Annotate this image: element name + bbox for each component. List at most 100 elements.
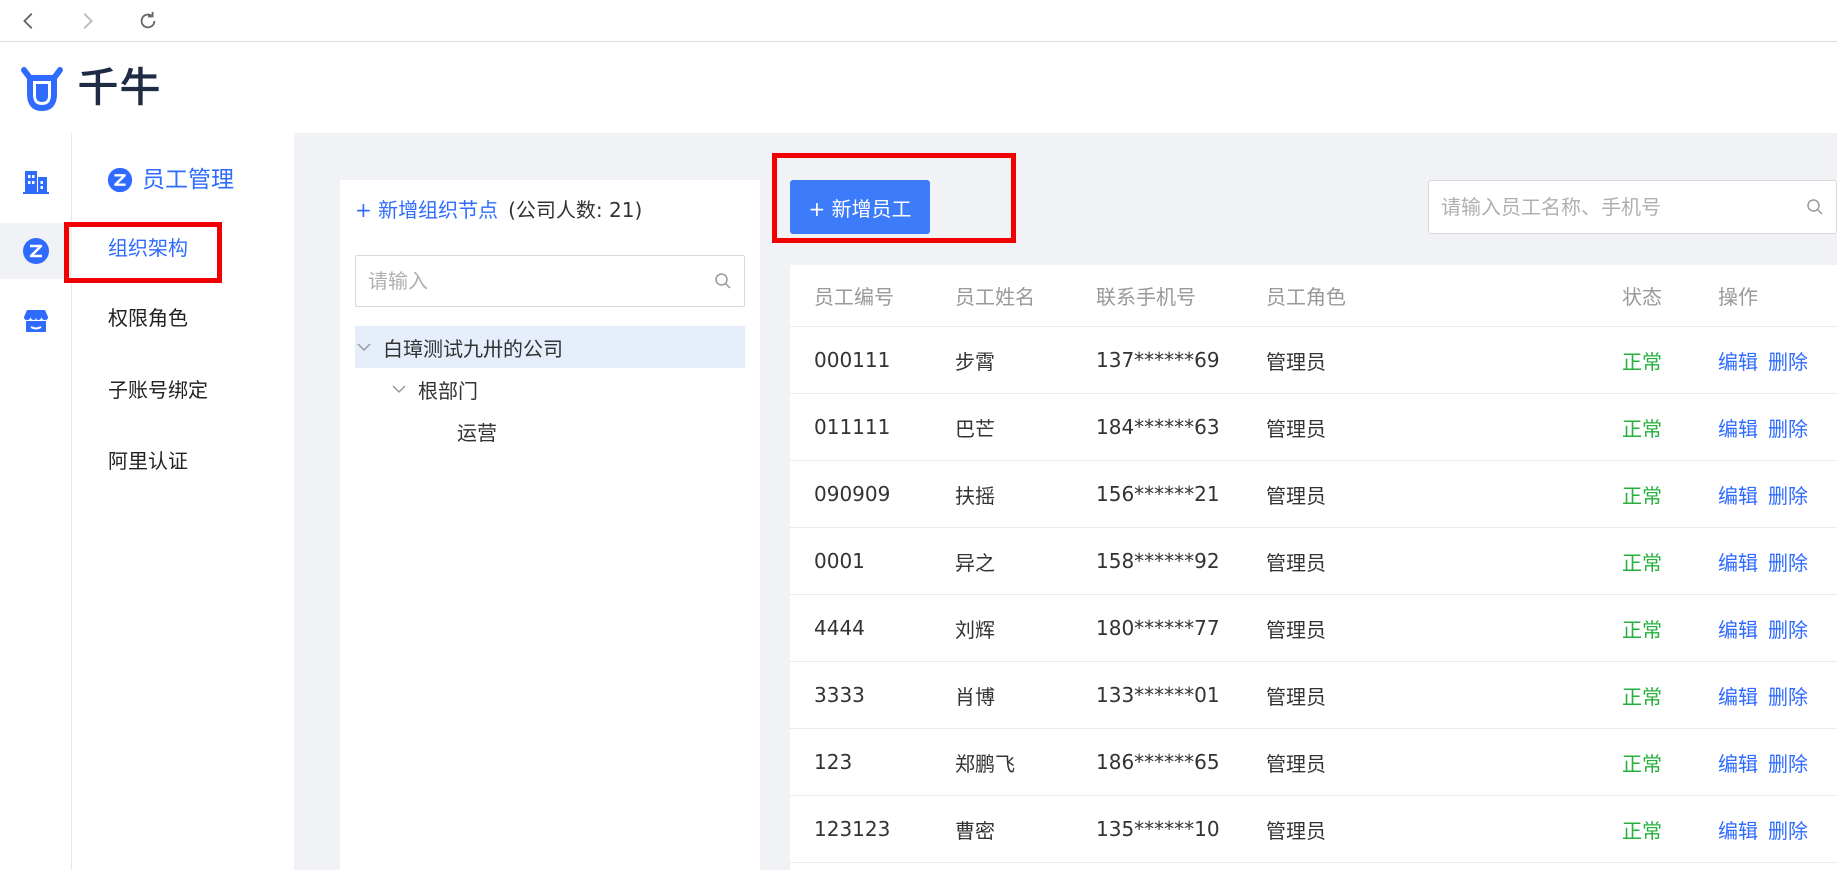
cell-role: 管理员 [1266,684,1326,709]
cell-phone: 180******77 [1096,616,1220,640]
tree-node-operations[interactable]: 运营 [457,410,497,452]
app-header: 千牛 [0,42,1837,133]
cell-employee-id: 090909 [814,482,891,506]
search-icon[interactable] [714,272,732,290]
column-header-actions: 操作 [1718,285,1758,309]
column-header-status: 状态 [1622,285,1662,309]
edit-link[interactable]: 编辑 [1718,815,1758,844]
table-row: 3333 肖博 133******01 管理员 正常 编辑 删除 [790,662,1837,729]
column-header-role: 员工角色 [1266,285,1346,309]
cell-status: 正常 [1622,617,1662,642]
edit-link[interactable]: 编辑 [1718,547,1758,576]
tree-node-company[interactable]: 白璋测试九卅的公司 [355,326,745,368]
edit-link[interactable]: 编辑 [1718,480,1758,509]
table-header-row: 员工编号 员工姓名 联系手机号 员工角色 状态 操作 [790,265,1837,327]
add-org-node-button[interactable]: + 新增组织节点 [355,195,498,225]
cell-actions: 编辑 删除 [1718,662,1808,728]
cell-actions: 编辑 删除 [1718,729,1808,795]
logo-text: 千牛 [78,65,162,111]
cell-employee-id: 000111 [814,348,891,372]
employee-table: 员工编号 员工姓名 联系手机号 员工角色 状态 操作 000111 步霄 137**… [790,265,1837,870]
highlight-box [64,222,222,283]
cell-employee-id: 0001 [814,549,865,573]
employee-search-input[interactable] [1441,195,1806,219]
cell-phone: 137******69 [1096,348,1220,372]
column-header-id: 员工编号 [814,285,894,309]
column-header-phone: 联系手机号 [1096,285,1196,309]
column-header-name: 员工姓名 [955,285,1035,309]
table-row: 0001 异之 158******92 管理员 正常 编辑 删除 [790,528,1837,595]
rail-item-store[interactable] [0,293,72,349]
delete-link[interactable]: 删除 [1768,413,1808,442]
cell-phone: 133******01 [1096,683,1220,707]
cell-employee-name: 异之 [955,550,995,575]
chevron-down-icon[interactable] [390,380,408,398]
cell-role: 管理员 [1266,349,1326,374]
edit-link[interactable]: 编辑 [1718,748,1758,777]
edit-link[interactable]: 编辑 [1718,614,1758,643]
chevron-left-icon [23,13,33,29]
cell-employee-id: 4444 [814,616,865,640]
table-row: 011111 巴芒 184******63 管理员 正常 编辑 删除 [790,394,1837,461]
cell-actions: 编辑 删除 [1718,528,1808,594]
cell-role: 管理员 [1266,818,1326,843]
chevron-down-icon[interactable] [355,338,373,356]
cell-employee-name: 扶摇 [955,483,995,508]
cell-role: 管理员 [1266,550,1326,575]
tree-node-root-dept[interactable]: 根部门 [390,368,478,410]
search-icon[interactable] [1806,198,1824,216]
chevron-right-icon [83,13,93,29]
delete-link[interactable]: 删除 [1768,681,1808,710]
cell-actions: 编辑 删除 [1718,595,1808,661]
table-row: 4444 刘辉 180******77 管理员 正常 编辑 删除 [790,595,1837,662]
cell-employee-name: 步霄 [955,349,995,374]
table-row: 123123 曹密 135******10 管理员 正常 编辑 删除 [790,796,1837,863]
browser-toolbar [0,0,1837,42]
company-headcount: (公司人数: 21) [508,198,643,222]
cell-phone: 158******92 [1096,549,1220,573]
side-nav-item-permission-roles[interactable]: 权限角色 [108,303,188,333]
edit-link[interactable]: 编辑 [1718,413,1758,442]
cell-employee-id: 011111 [814,415,891,439]
cell-phone: 186******65 [1096,750,1220,774]
cell-employee-name: 刘辉 [955,617,995,642]
rail-item-organization[interactable] [0,153,72,209]
icon-rail [0,133,72,870]
delete-link[interactable]: 删除 [1768,748,1808,777]
edit-link[interactable]: 编辑 [1718,346,1758,375]
delete-link[interactable]: 删除 [1768,346,1808,375]
delete-link[interactable]: 删除 [1768,547,1808,576]
tree-node-label: 白璋测试九卅的公司 [383,336,563,361]
table-row: 090909 扶摇 156******21 管理员 正常 编辑 删除 [790,461,1837,528]
side-nav-item-ali-certification[interactable]: 阿里认证 [108,446,188,476]
rail-item-employee[interactable] [0,223,72,279]
store-icon [24,310,48,332]
side-nav-title: 员工管理 [106,163,234,197]
org-tree-panel: + 新增组织节点 (公司人数: 21) 白璋测试九卅的公司 根部门 运营 [340,180,760,870]
cell-status: 正常 [1622,483,1662,508]
side-nav-item-sub-account-binding[interactable]: 子账号绑定 [108,375,208,405]
cell-phone: 135******10 [1096,817,1220,841]
highlight-box [772,153,1016,243]
org-tree-search-input[interactable] [368,269,714,293]
employee-icon [107,167,133,193]
tree-node-label: 根部门 [418,378,478,403]
cell-employee-id: 123 [814,750,853,774]
cell-phone: 184******63 [1096,415,1220,439]
forward-button[interactable] [74,8,100,34]
employee-icon [23,238,49,264]
cell-status: 正常 [1622,349,1662,374]
edit-link[interactable]: 编辑 [1718,681,1758,710]
cell-role: 管理员 [1266,751,1326,776]
reload-button[interactable] [135,8,161,34]
delete-link[interactable]: 删除 [1768,815,1808,844]
cell-phone: 156******21 [1096,482,1220,506]
back-button[interactable] [16,8,42,34]
cell-employee-name: 肖博 [955,684,995,709]
org-tree-header: + 新增组织节点 (公司人数: 21) [355,195,642,225]
delete-link[interactable]: 删除 [1768,480,1808,509]
side-nav-title-text: 员工管理 [142,167,234,193]
building-icon [23,171,49,194]
org-tree-search [355,255,745,307]
delete-link[interactable]: 删除 [1768,614,1808,643]
